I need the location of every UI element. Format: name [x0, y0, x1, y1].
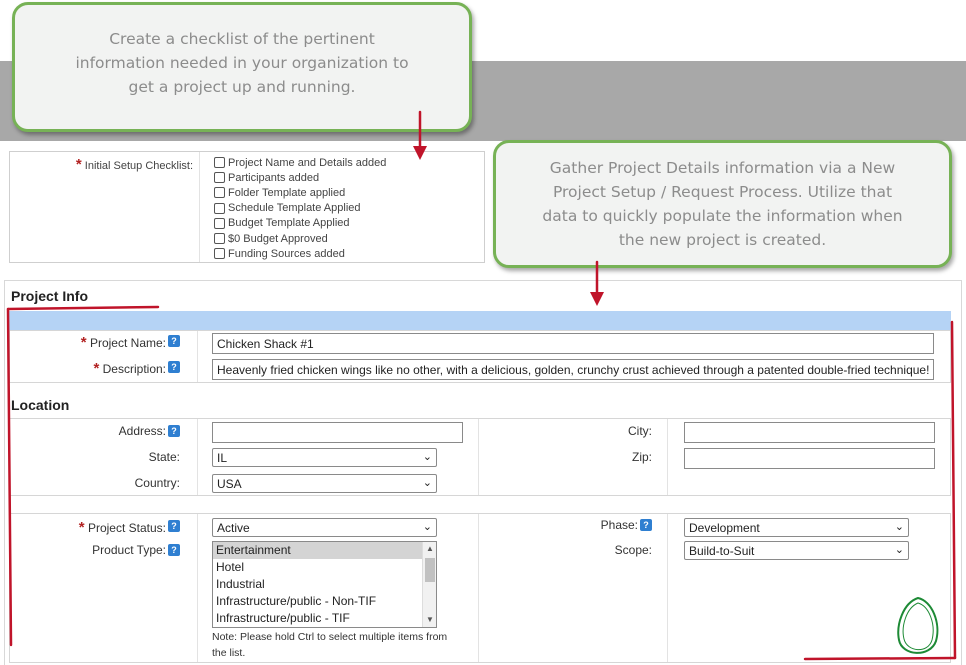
arrowhead-icon: [590, 292, 604, 306]
annotation-bracket-line: [803, 656, 957, 661]
annotation-bracket-line: [950, 320, 957, 660]
annotation-bracket-line: [6, 307, 13, 647]
arrowhead-icon: [413, 146, 427, 160]
annotation-bracket-line: [6, 305, 160, 311]
resize-handle-icon: [897, 596, 939, 654]
resize-handle-icon-inner: [902, 602, 934, 651]
annotation-overlay: [6, 110, 957, 661]
